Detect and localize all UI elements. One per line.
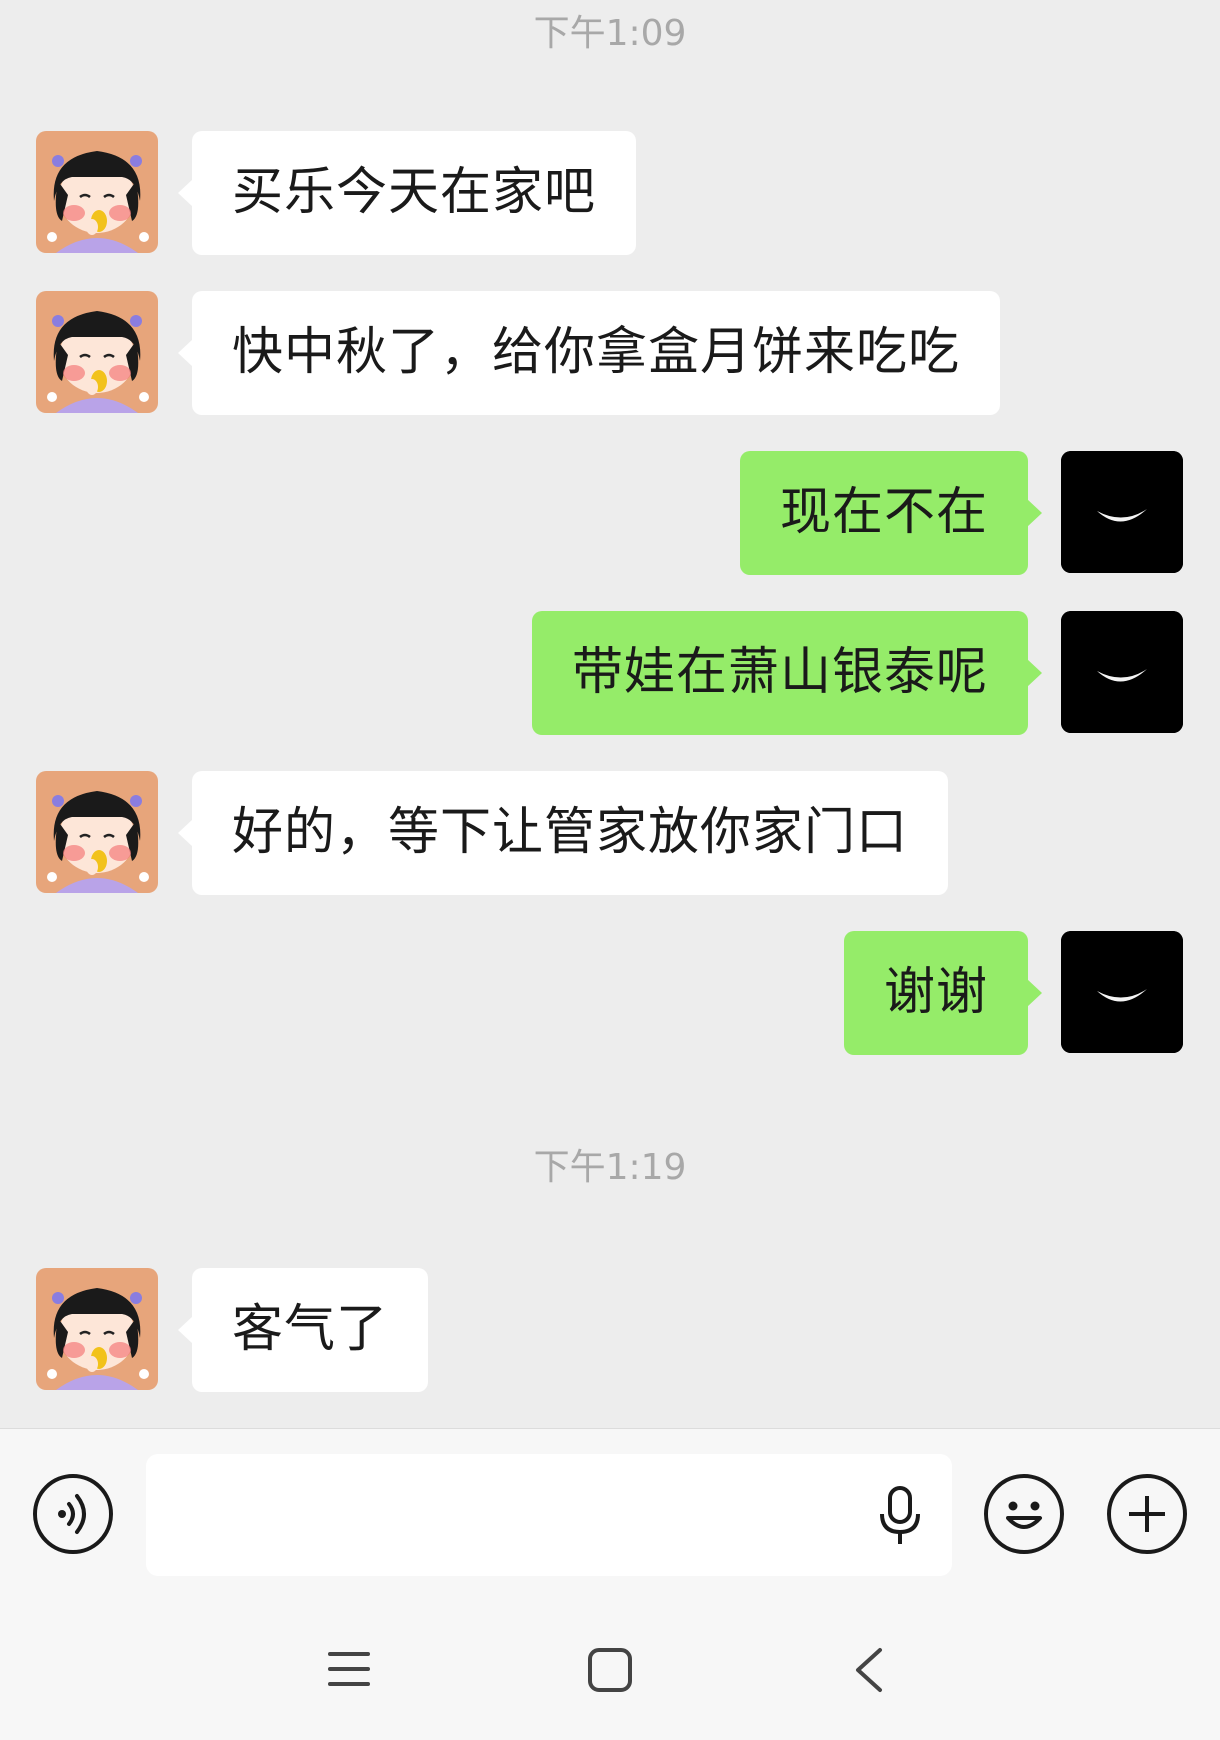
home-icon[interactable] <box>586 1646 634 1694</box>
emoji-button[interactable] <box>984 1474 1064 1554</box>
system-navigation-bar <box>0 1604 1220 1740</box>
my-avatar[interactable] <box>1061 451 1183 573</box>
incoming-message-bubble[interactable]: 买乐今天在家吧 <box>177 131 637 255</box>
emoji-icon <box>1006 1501 1042 1529</box>
message-row: 带娃在萧山银泰呢 <box>0 611 1220 735</box>
chat-area[interactable]: 下午1:09 买乐今天在家吧 快中秋了，给你拿盒月饼来吃吃 现在不在 带娃在萧山… <box>0 0 1220 1428</box>
plus-icon <box>1129 1496 1165 1532</box>
voice-toggle-icon <box>58 1494 86 1534</box>
contact-avatar[interactable] <box>36 1268 158 1390</box>
outgoing-message-bubble[interactable]: 现在不在 <box>739 451 1043 575</box>
incoming-message-bubble[interactable]: 快中秋了，给你拿盒月饼来吃吃 <box>177 291 1001 415</box>
incoming-message-bubble[interactable]: 好的，等下让管家放你家门口 <box>177 771 949 895</box>
microphone-icon[interactable] <box>878 1486 922 1546</box>
message-input[interactable] <box>146 1454 952 1576</box>
input-bar <box>0 1428 1220 1605</box>
timestamp: 下午1:19 <box>533 1147 687 1188</box>
message-row: 谢谢 <box>0 931 1220 1055</box>
timestamp: 下午1:09 <box>533 13 687 54</box>
back-icon[interactable] <box>852 1646 886 1694</box>
message-row: 好的，等下让管家放你家门口 <box>0 771 1220 895</box>
my-avatar[interactable] <box>1061 611 1183 733</box>
outgoing-message-bubble[interactable]: 谢谢 <box>843 931 1043 1055</box>
message-row: 客气了 <box>0 1268 1220 1392</box>
more-button[interactable] <box>1107 1474 1187 1554</box>
contact-avatar[interactable] <box>36 131 158 253</box>
message-row: 快中秋了，给你拿盒月饼来吃吃 <box>0 291 1220 415</box>
outgoing-message-bubble[interactable]: 带娃在萧山银泰呢 <box>531 611 1043 735</box>
voice-toggle-button[interactable] <box>33 1474 113 1554</box>
contact-avatar[interactable] <box>36 771 158 893</box>
message-row: 买乐今天在家吧 <box>0 131 1220 255</box>
message-row: 现在不在 <box>0 451 1220 575</box>
my-avatar[interactable] <box>1061 931 1183 1053</box>
incoming-message-bubble[interactable]: 客气了 <box>177 1268 429 1392</box>
contact-avatar[interactable] <box>36 291 158 413</box>
recent-apps-icon[interactable] <box>326 1646 372 1692</box>
